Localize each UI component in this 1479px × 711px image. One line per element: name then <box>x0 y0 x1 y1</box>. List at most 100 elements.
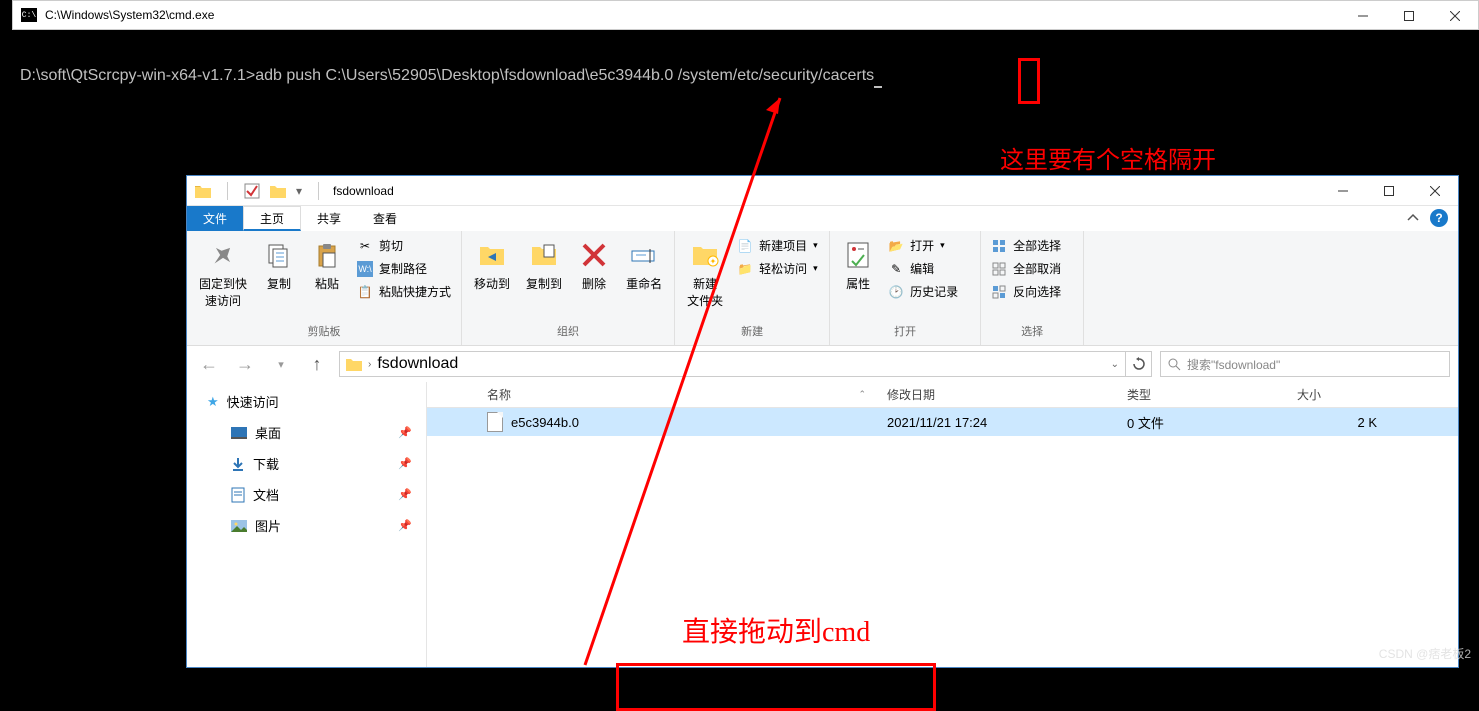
explorer-close-button[interactable] <box>1412 176 1458 205</box>
explorer-minimize-button[interactable] <box>1320 176 1366 205</box>
nav-quick-access[interactable]: ★快速访问 <box>187 386 426 417</box>
copy-button[interactable]: 复制 <box>257 235 301 296</box>
refresh-button[interactable] <box>1126 351 1152 377</box>
copy-to-button[interactable]: 复制到 <box>520 235 568 296</box>
tab-home[interactable]: 主页 <box>243 206 301 231</box>
open-icon: 📂 <box>888 238 904 254</box>
tab-share[interactable]: 共享 <box>301 206 357 231</box>
ribbon-help-button[interactable]: ? <box>1430 209 1448 227</box>
select-none-button[interactable]: 全部取消 <box>987 258 1077 279</box>
cmd-minimize-button[interactable] <box>1340 1 1386 30</box>
file-row[interactable]: e5c3944b.0 2021/11/21 17:24 0 文件 2 K <box>427 408 1458 436</box>
easy-access-button[interactable]: 📁轻松访问▾ <box>733 258 823 279</box>
group-label-new: 新建 <box>741 321 763 341</box>
open-with-button[interactable]: 📂打开▾ <box>884 235 974 256</box>
col-size[interactable]: 大小 <box>1287 386 1387 403</box>
ribbon-tabs: 文件 主页 共享 查看 ? <box>187 206 1458 231</box>
breadcrumb-segment[interactable]: fsdownload <box>377 355 458 373</box>
nav-desktop[interactable]: 桌面📌 <box>187 417 426 448</box>
tab-view[interactable]: 查看 <box>357 206 413 231</box>
ribbon-help-area: ? <box>1406 209 1448 227</box>
nav-forward-button[interactable]: → <box>231 350 259 378</box>
search-placeholder: 搜索"fsdownload" <box>1187 356 1280 373</box>
paste-icon <box>311 239 343 271</box>
paste-button[interactable]: 粘贴 <box>305 235 349 296</box>
new-item-icon: 📄 <box>737 238 753 254</box>
ribbon-group-clipboard: 固定到快 速访问 复制 粘贴 ✂剪切 W:\复制路径 📋粘贴快捷方式 剪贴板 <box>187 231 462 345</box>
pin-icon: 📌 <box>398 426 412 439</box>
group-label-organize: 组织 <box>557 321 579 341</box>
address-bar[interactable]: › fsdownload ⌄ <box>339 351 1126 377</box>
desktop-icon <box>231 427 247 439</box>
cmd-app-icon: C:\ <box>21 8 37 22</box>
customize-toolbar[interactable]: ▾ <box>296 184 302 198</box>
checkbox-icon[interactable] <box>244 183 260 199</box>
star-icon: ★ <box>207 394 219 410</box>
paste-shortcut-button[interactable]: 📋粘贴快捷方式 <box>353 281 455 302</box>
pin-to-quick-access-button[interactable]: 固定到快 速访问 <box>193 235 253 313</box>
address-bar-row: ← → ▾ ↑ › fsdownload ⌄ 搜索"fsdownload" <box>187 346 1458 382</box>
ribbon-group-organize: 移动到 复制到 删除 重命名 组织 <box>462 231 675 345</box>
new-item-button[interactable]: 📄新建项目▾ <box>733 235 823 256</box>
explorer-title: fsdownload <box>333 184 394 198</box>
cmd-title: C:\Windows\System32\cmd.exe <box>45 8 214 22</box>
search-icon <box>1167 357 1181 371</box>
pin-icon: 📌 <box>398 488 412 501</box>
select-all-button[interactable]: 全部选择 <box>987 235 1077 256</box>
file-type: 0 文件 <box>1117 413 1287 432</box>
nav-recent-button[interactable]: ▾ <box>267 350 295 378</box>
group-label-clipboard: 剪贴板 <box>308 321 341 341</box>
cut-button[interactable]: ✂剪切 <box>353 235 455 256</box>
navigation-pane[interactable]: ★快速访问 桌面📌 下载📌 文档📌 图片📌 <box>187 382 427 667</box>
cmd-titlebar[interactable]: C:\ C:\Windows\System32\cmd.exe <box>12 0 1479 30</box>
search-input[interactable]: 搜索"fsdownload" <box>1160 351 1450 377</box>
nav-pictures[interactable]: 图片📌 <box>187 510 426 541</box>
cmd-maximize-button[interactable] <box>1386 1 1432 30</box>
nav-downloads[interactable]: 下载📌 <box>187 448 426 479</box>
chevron-down-icon[interactable]: ⌄ <box>1111 359 1119 370</box>
cmd-caret <box>874 72 882 88</box>
pin-icon: 📌 <box>398 519 412 532</box>
cmd-prompt: D:\soft\QtScrcpy-win-x64-v1.7.1> <box>20 67 255 84</box>
ribbon-collapse-icon[interactable] <box>1406 211 1420 225</box>
nav-documents[interactable]: 文档📌 <box>187 479 426 510</box>
copy-to-icon <box>528 239 560 271</box>
rename-button[interactable]: 重命名 <box>620 235 668 296</box>
edit-button[interactable]: ✎编辑 <box>884 258 974 279</box>
ribbon-group-open: 属性 📂打开▾ ✎编辑 🕑历史记录 打开 <box>830 231 981 345</box>
folder-icon[interactable] <box>270 184 286 198</box>
watermark: CSDN @痞老板2 <box>1379 645 1471 662</box>
delete-button[interactable]: 删除 <box>572 235 616 296</box>
col-name[interactable]: 名称⌃ <box>427 386 877 403</box>
explorer-window: ▾ fsdownload 文件 主页 共享 查看 ? 固定到快 速访问 <box>186 175 1459 668</box>
properties-button[interactable]: 属性 <box>836 235 880 296</box>
invert-selection-button[interactable]: 反向选择 <box>987 281 1077 302</box>
ribbon-group-new: ✦ 新建 文件夹 📄新建项目▾ 📁轻松访问▾ 新建 <box>675 231 830 345</box>
delete-icon <box>578 239 610 271</box>
folder-icon <box>195 184 211 198</box>
explorer-titlebar[interactable]: ▾ fsdownload <box>187 176 1458 206</box>
nav-back-button[interactable]: ← <box>195 350 223 378</box>
divider <box>227 182 228 200</box>
tab-file[interactable]: 文件 <box>187 206 243 231</box>
copy-path-button[interactable]: W:\复制路径 <box>353 258 455 279</box>
select-none-icon <box>991 261 1007 277</box>
history-button[interactable]: 🕑历史记录 <box>884 281 974 302</box>
file-modified: 2021/11/21 17:24 <box>877 415 1117 430</box>
folder-icon <box>346 357 362 371</box>
copy-path-icon: W:\ <box>357 261 373 277</box>
cmd-window-controls <box>1340 1 1478 30</box>
new-folder-button[interactable]: ✦ 新建 文件夹 <box>681 235 729 313</box>
file-list[interactable]: 名称⌃ 修改日期 类型 大小 e5c3944b.0 2021/11/21 17:… <box>427 382 1458 667</box>
select-all-icon <box>991 238 1007 254</box>
chevron-right-icon[interactable]: › <box>368 359 371 370</box>
nav-up-button[interactable]: ↑ <box>303 350 331 378</box>
col-modified[interactable]: 修改日期 <box>877 386 1117 403</box>
cut-icon: ✂ <box>357 238 373 254</box>
move-to-button[interactable]: 移动到 <box>468 235 516 296</box>
pin-icon: 📌 <box>398 457 412 470</box>
explorer-maximize-button[interactable] <box>1366 176 1412 205</box>
cmd-close-button[interactable] <box>1432 1 1478 30</box>
group-label-open: 打开 <box>894 321 916 341</box>
col-type[interactable]: 类型 <box>1117 386 1287 403</box>
